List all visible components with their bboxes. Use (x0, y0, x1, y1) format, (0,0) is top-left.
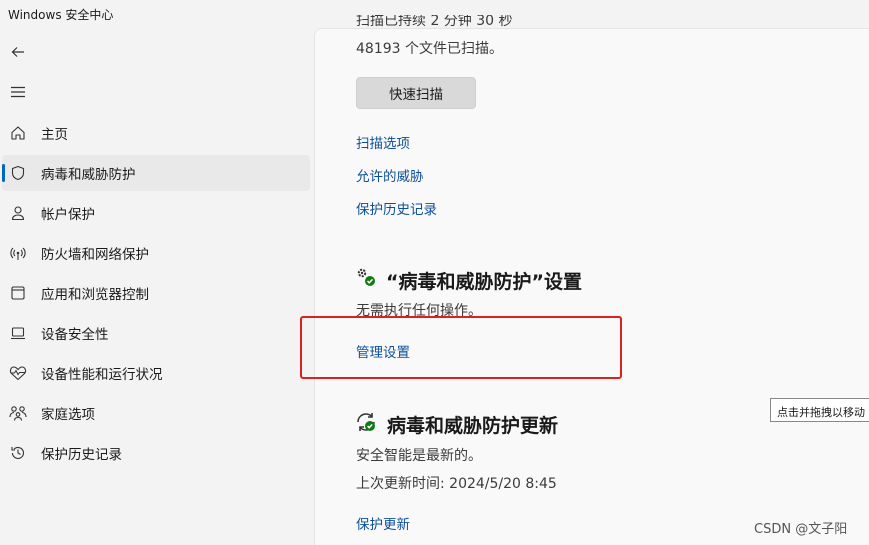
app-window-icon (9, 284, 27, 302)
sidebar-item-firewall[interactable]: 防火墙和网络保护 (2, 235, 310, 271)
drag-tooltip: 点击并拖拽以移动 (770, 398, 869, 422)
sidebar-item-home[interactable]: 主页 (2, 115, 310, 151)
back-arrow-icon[interactable] (6, 40, 30, 64)
history-icon (9, 444, 27, 462)
scan-duration-text: 扫描已持续 2 分钟 30 秒 (356, 15, 513, 29)
sidebar-item-label: 防火墙和网络保护 (41, 247, 149, 263)
heart-pulse-icon (9, 364, 27, 382)
sidebar-item-family[interactable]: 家庭选项 (2, 395, 310, 431)
wifi-antenna-icon (9, 244, 27, 262)
sidebar-item-label: 应用和浏览器控制 (41, 287, 149, 303)
watermark: CSDN @文子阳 (754, 522, 848, 537)
sidebar-item-account[interactable]: 帐户保护 (2, 195, 310, 231)
main-content: 扫描已持续 2 分钟 30 秒 48193 个文件已扫描。 快速扫描 扫描选项 … (314, 15, 869, 545)
shield-icon (9, 164, 27, 182)
updates-section-title: 病毒和威胁防护更新 (387, 415, 559, 437)
sidebar-item-label: 设备安全性 (41, 327, 109, 343)
allowed-threats-link[interactable]: 允许的威胁 (356, 165, 424, 185)
refresh-check-icon (355, 411, 377, 433)
home-icon (9, 124, 27, 142)
sidebar-item-label: 家庭选项 (41, 407, 95, 423)
sidebar-item-app-browser[interactable]: 应用和浏览器控制 (2, 275, 310, 311)
sidebar-item-history[interactable]: 保护历史记录 (2, 435, 310, 471)
scan-options-link[interactable]: 扫描选项 (356, 132, 410, 152)
files-scanned-text: 48193 个文件已扫描。 (356, 41, 503, 57)
quick-scan-button[interactable]: 快速扫描 (356, 77, 476, 109)
sidebar: 主页 病毒和威胁防护 帐户保护 防火墙和网络保护 应用和浏览器控制 设备安全性 (0, 28, 314, 545)
sidebar-item-label: 保护历史记录 (41, 447, 122, 463)
protection-history-link[interactable]: 保护历史记录 (356, 198, 437, 218)
updates-status-text: 安全智能是最新的。 (356, 448, 482, 464)
sidebar-item-label: 帐户保护 (41, 207, 95, 223)
sidebar-item-label: 病毒和威胁防护 (41, 167, 136, 183)
person-icon (9, 204, 27, 222)
sidebar-item-device-performance[interactable]: 设备性能和运行状况 (2, 355, 310, 391)
settings-section-title: “病毒和威胁防护”设置 (386, 271, 582, 293)
protection-updates-link[interactable]: 保护更新 (356, 513, 410, 533)
laptop-icon (9, 324, 27, 342)
hamburger-menu-icon[interactable] (6, 80, 30, 104)
sidebar-item-label: 设备性能和运行状况 (41, 367, 163, 383)
highlight-box (300, 316, 622, 379)
sidebar-item-virus-protection[interactable]: 病毒和威胁防护 (2, 155, 310, 191)
sidebar-item-label: 主页 (41, 127, 68, 143)
sidebar-item-device-security[interactable]: 设备安全性 (2, 315, 310, 351)
family-icon (9, 404, 27, 422)
gear-check-icon (356, 267, 378, 289)
last-update-text: 上次更新时间: 2024/5/20 8:45 (356, 476, 557, 492)
active-indicator (2, 164, 5, 182)
